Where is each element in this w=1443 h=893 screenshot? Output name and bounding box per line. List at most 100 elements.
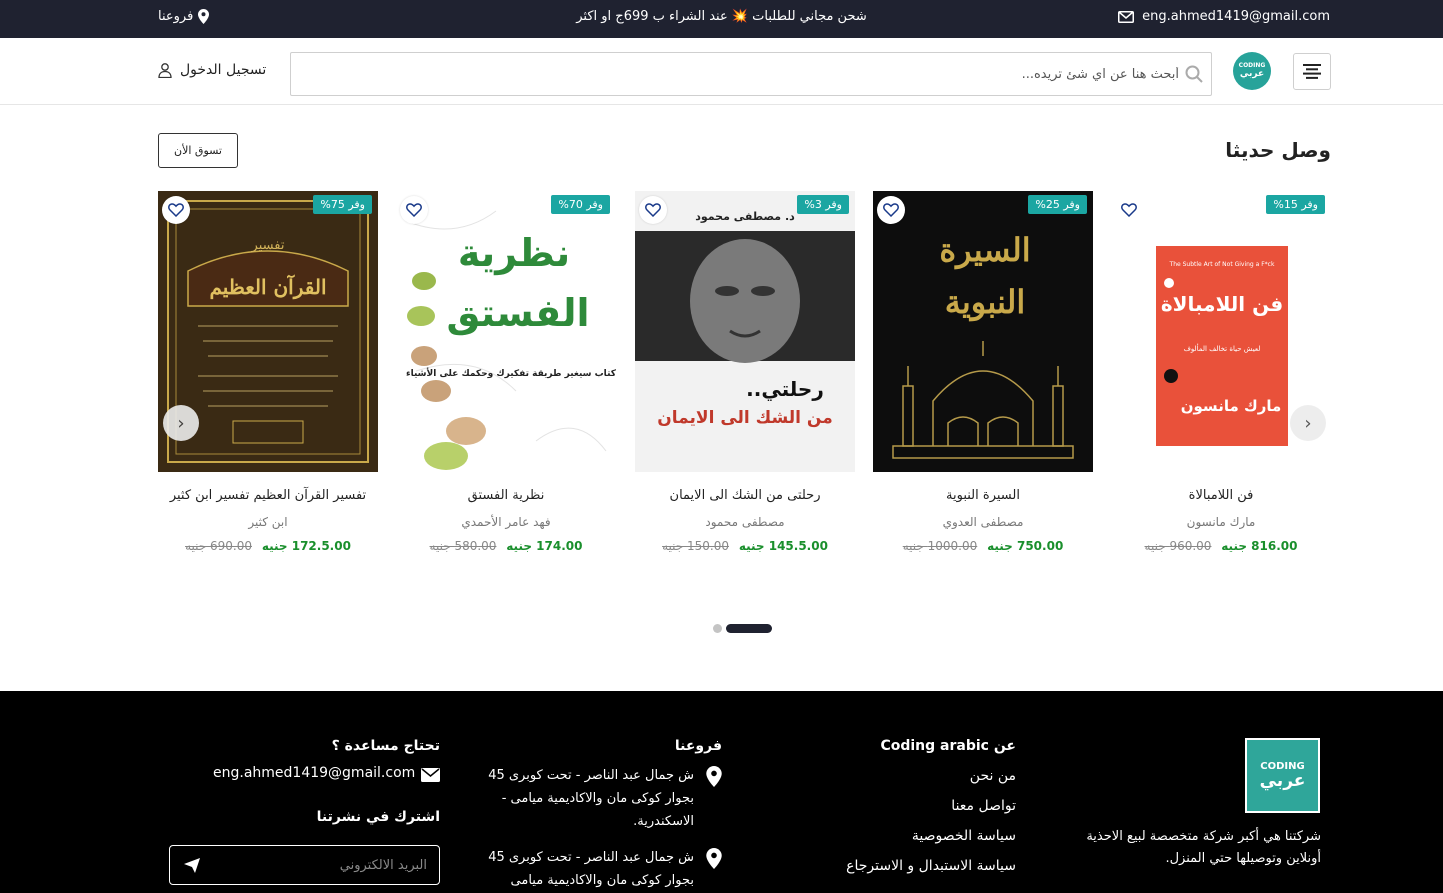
cover-title-line1: السيرة [939, 231, 1030, 270]
login-label: تسجيل الدخول [180, 62, 267, 78]
heart-icon [168, 203, 184, 217]
product-title[interactable]: تفسير القرآن العظيم تفسير ابن كثير [158, 488, 378, 503]
cover-title: فن اللامبالاة [1161, 292, 1283, 316]
section-title: وصل حديثا [1225, 138, 1331, 162]
menu-button[interactable] [1293, 53, 1331, 90]
discount-badge: وفر 70% [551, 195, 610, 214]
heart-icon [645, 203, 661, 217]
book-cover-image: نظرية الفستق كتاب سيغير طريقة تفكيرك وحك… [396, 191, 616, 472]
pagination-dot[interactable] [713, 624, 722, 633]
product-card[interactable]: د. مصطفى محمود رحلتي.. من الشك الى الايم… [635, 191, 855, 561]
carousel-prev-button[interactable]: ‹ [163, 405, 199, 441]
footer-link-about[interactable]: من نحن [970, 768, 1016, 784]
product-price: 172.5.00 جنيه 690.00 جنيه [158, 539, 378, 553]
footer-help-email[interactable]: eng.ahmed1419@gmail.com [213, 765, 415, 781]
product-price: 174.00 جنيه 580.00 جنيه [396, 539, 616, 553]
product-cover[interactable]: السيرة النبوية [873, 191, 1093, 472]
send-icon[interactable] [184, 858, 200, 873]
search-bar [290, 52, 1212, 96]
product-title[interactable]: رحلتى من الشك الى الايمان [635, 488, 855, 503]
cover-title-line2: النبوية [945, 283, 1026, 322]
location-pin-icon [706, 766, 722, 787]
cover-title-line2: القرآن العظيم [209, 274, 326, 300]
cover-author: د. مصطفى محمود [695, 210, 795, 223]
footer-branches-heading: فروعنا [674, 738, 722, 754]
site-footer: CODING عربي شركتنا هي أكبر شركة متخصصة ل… [0, 691, 1443, 893]
search-input[interactable] [299, 66, 1179, 82]
product-cover[interactable]: د. مصطفى محمود رحلتي.. من الشك الى الايم… [635, 191, 855, 472]
cover-title-line1: نظرية [458, 231, 570, 275]
product-price: 816.00 جنيه 960.00 جنيه [1111, 539, 1331, 553]
product-price: 750.00 جنيه 1000.00 جنيه [873, 539, 1093, 553]
chevron-left-icon: ‹ [177, 412, 185, 434]
footer-newsletter-heading: اشترك في نشرتنا [316, 809, 440, 825]
old-price: 1000.00 جنيه [902, 539, 978, 553]
old-price: 960.00 جنيه [1144, 539, 1212, 553]
heart-icon [1121, 203, 1137, 217]
newsletter-email-input[interactable] [217, 857, 427, 873]
footer-logo-ar: عربي [1259, 770, 1306, 791]
product-title[interactable]: السيرة النبوية [873, 488, 1093, 503]
product-author: مصطفى العدوي [942, 515, 1024, 529]
announcement-bar: eng.ahmed1419@gmail.com شحن مجاني للطلبا… [0, 0, 1443, 38]
logo-text-ar: عربي [1239, 69, 1265, 80]
carousel-next-button[interactable]: ‹ [1290, 405, 1326, 441]
cover-title-line1: تفسير [251, 238, 285, 253]
old-price: 690.00 جنيه [185, 539, 252, 553]
old-price: 150.00 جنيه [662, 539, 729, 553]
wishlist-button[interactable] [877, 196, 905, 224]
old-price: 580.00 جنيه [429, 539, 497, 553]
product-card[interactable]: تفسير القرآن العظيم وفر 75% تفسير القرآن… [158, 191, 378, 561]
current-price: 145.5.00 جنيه [738, 539, 828, 553]
chevron-left-icon: ‹ [1304, 412, 1312, 434]
user-icon [158, 62, 172, 78]
product-author: مصطفى محمود [705, 515, 785, 529]
site-logo[interactable]: CODING عربي [1233, 52, 1271, 90]
product-title[interactable]: نظرية الفستق [396, 488, 616, 503]
product-title[interactable]: فن اللامبالاة [1111, 488, 1331, 503]
footer-link-contact[interactable]: تواصل معنا [951, 798, 1016, 814]
login-link[interactable]: تسجيل الدخول [158, 62, 266, 78]
mail-icon [421, 768, 440, 782]
cover-author: مارك مانسون [1181, 397, 1282, 415]
product-author: مارك مانسون [1186, 515, 1256, 529]
cover-tagline: لعيش حياة تخالف المألوف [1184, 343, 1261, 353]
shop-now-button[interactable]: تسوق الأن [158, 133, 238, 168]
heart-icon [883, 203, 899, 217]
product-price: 145.5.00 جنيه 150.00 جنيه [635, 539, 855, 553]
footer-link-returns[interactable]: سياسة الاستبدال و الاسترجاع [846, 858, 1016, 874]
current-price: 172.5.00 جنيه [261, 539, 351, 553]
footer-help-heading: تحتاج مساعدة ؟ [331, 738, 440, 754]
heart-icon [406, 203, 422, 217]
newsletter-form [169, 845, 440, 885]
logo-text-en: CODING [1238, 62, 1266, 69]
carousel-pagination [713, 624, 772, 633]
product-cover[interactable]: نظرية الفستق كتاب سيغير طريقة تفكيرك وحك… [396, 191, 616, 472]
book-cover-image: السيرة النبوية [873, 191, 1093, 472]
footer-link-privacy[interactable]: سياسة الخصوصية [912, 828, 1016, 844]
discount-badge: وفر 25% [1028, 195, 1087, 214]
cover-subtitle: The Subtle Art of Not Giving a F*ck [1169, 261, 1275, 268]
pagination-dot-active[interactable] [726, 624, 772, 633]
wishlist-button[interactable] [1115, 196, 1143, 224]
product-author: ابن كثير [248, 515, 288, 529]
product-card[interactable]: السيرة النبوية وفر 25% السيرة النبوية مص… [873, 191, 1093, 561]
search-icon[interactable] [1185, 65, 1203, 83]
product-author: فهد عامر الأحمدي [461, 515, 551, 529]
footer-branch-1: ش جمال عبد الناصر - تحت كوبرى 45 بجوار ك… [488, 768, 694, 829]
footer-logo[interactable]: CODING عربي [1245, 738, 1320, 813]
wishlist-button[interactable] [400, 196, 428, 224]
product-card[interactable]: The Subtle Art of Not Giving a F*ck فن ا… [1111, 191, 1331, 561]
book-cover-image: د. مصطفى محمود رحلتي.. من الشك الى الايم… [635, 191, 855, 472]
product-card[interactable]: نظرية الفستق كتاب سيغير طريقة تفكيرك وحك… [396, 191, 616, 561]
current-price: 816.00 جنيه [1221, 539, 1298, 553]
location-pin-icon [706, 848, 722, 869]
site-header: CODING عربي تسجيل الدخول [0, 38, 1443, 105]
discount-badge: وفر 75% [313, 195, 372, 214]
footer-branch-2: ش جمال عبد الناصر - تحت كوبرى 45 بجوار ك… [488, 850, 694, 888]
wishlist-button[interactable] [162, 196, 190, 224]
branches-link[interactable]: فروعنا [158, 9, 210, 24]
cover-title-line2: من الشك الى الايمان [657, 408, 833, 428]
cover-tagline: كتاب سيغير طريقة تفكيرك وحكمك على الأشيا… [406, 367, 616, 379]
wishlist-button[interactable] [639, 196, 667, 224]
